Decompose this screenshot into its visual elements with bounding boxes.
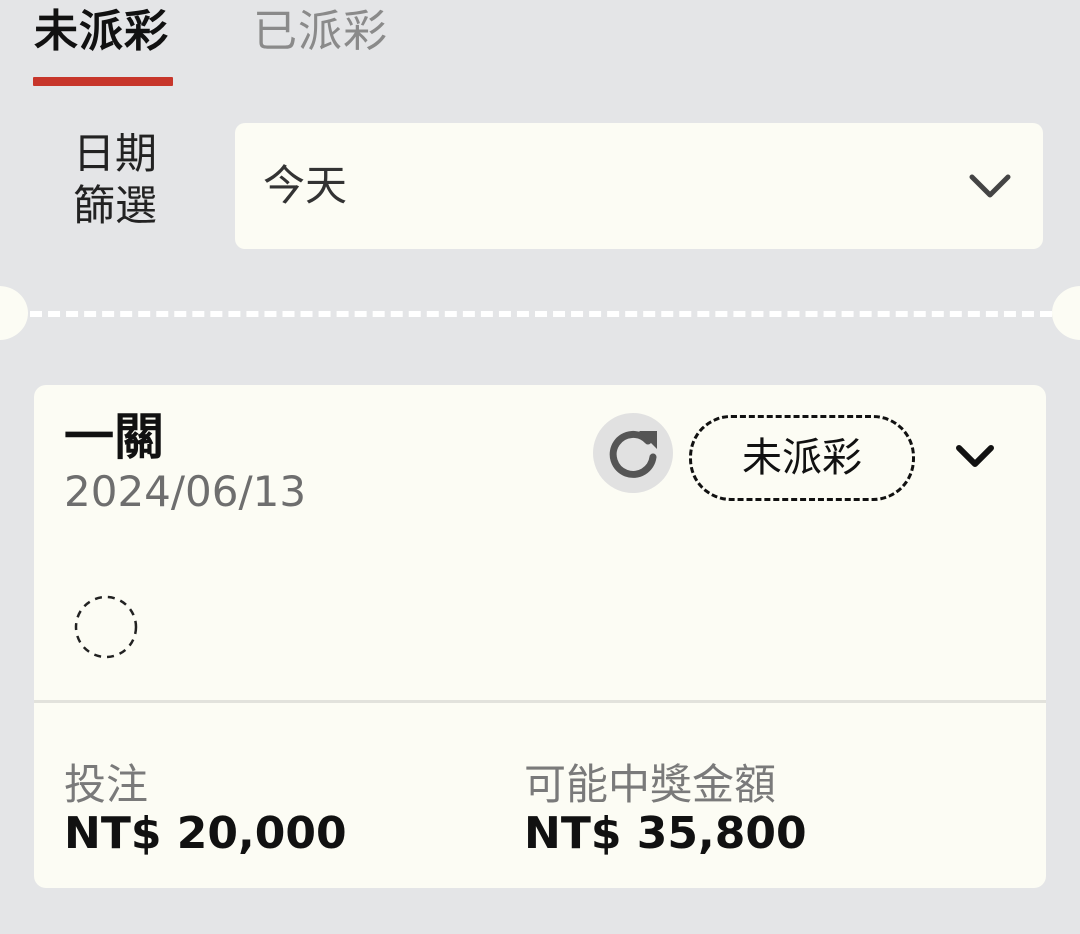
payout-label: 可能中獎金額 [524, 760, 777, 809]
loading-spinner-icon [74, 595, 138, 659]
dashed-divider [30, 311, 1052, 317]
date-filter-label: 日期 篩選 [60, 128, 170, 232]
ticket-notch-left [0, 286, 28, 340]
active-tab-indicator [33, 77, 173, 86]
refresh-icon [609, 430, 657, 478]
bet-card: 一關 2024/06/13 未派彩 投注 NT$ 20,000 可能中獎金額 N… [34, 385, 1046, 888]
stake-value: NT$ 20,000 [64, 808, 347, 859]
tab-unsettled[interactable]: 未派彩 [34, 2, 169, 62]
chevron-down-icon [969, 174, 1011, 198]
bet-type-title: 一關 [64, 408, 164, 466]
ticket-notch-right [1052, 286, 1080, 340]
date-filter-label-line1: 日期 [72, 129, 157, 178]
stake-label: 投注 [64, 760, 149, 809]
date-filter-label-line2: 篩選 [72, 181, 157, 230]
date-filter-select[interactable]: 今天 [235, 123, 1043, 249]
expand-chevron-icon[interactable] [952, 439, 998, 475]
date-filter-value: 今天 [263, 161, 348, 210]
tab-settled[interactable]: 已派彩 [253, 2, 388, 62]
bet-date: 2024/06/13 [64, 467, 307, 516]
card-divider [34, 700, 1046, 703]
refresh-button[interactable] [593, 413, 673, 493]
payout-value: NT$ 35,800 [524, 808, 807, 859]
status-badge: 未派彩 [689, 415, 915, 501]
tab-bar: 未派彩 已派彩 [0, 0, 1080, 100]
